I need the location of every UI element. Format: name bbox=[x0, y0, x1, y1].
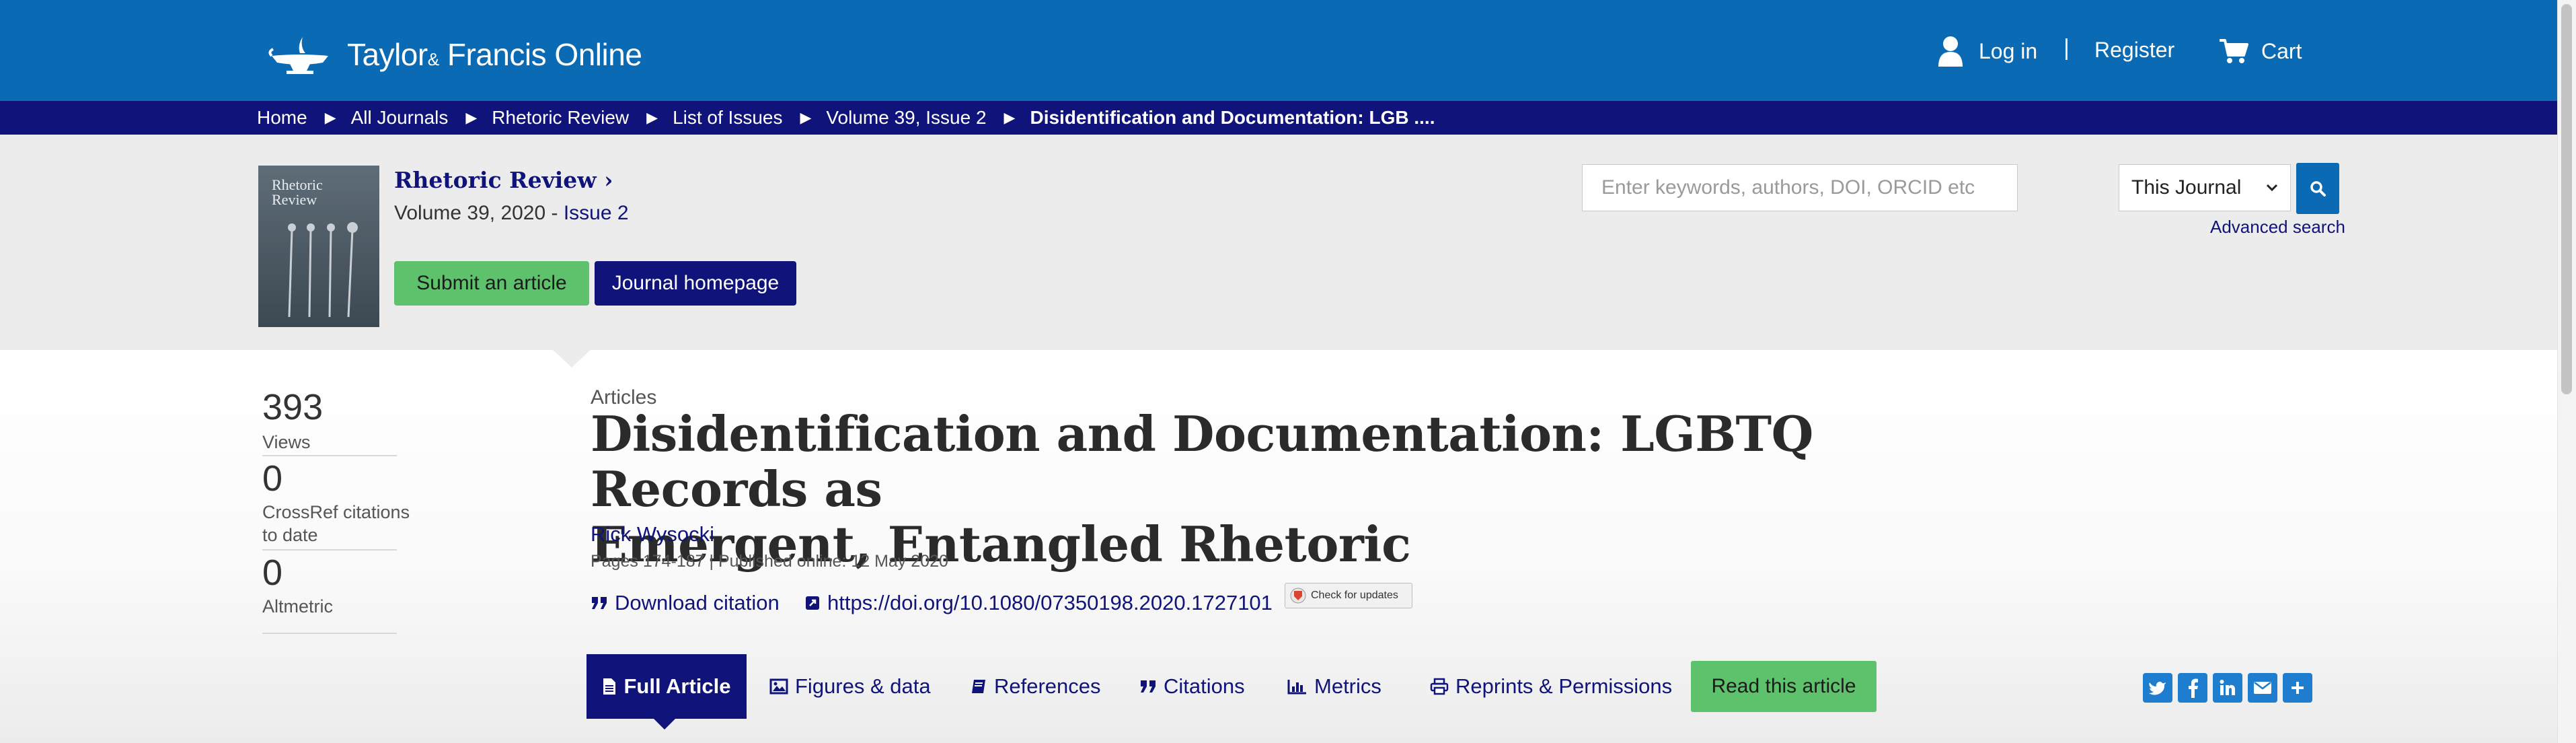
article-title: Disidentification and Documentation: LGB… bbox=[591, 406, 2003, 572]
register-link[interactable]: Register bbox=[2094, 38, 2174, 63]
tab-full-article[interactable]: Full Article bbox=[586, 654, 747, 719]
breadcrumb-arrow-icon: ▶ bbox=[465, 109, 478, 126]
scope-value: This Journal bbox=[2131, 176, 2242, 199]
document-icon bbox=[602, 677, 617, 696]
lamp-logo-icon bbox=[268, 37, 328, 74]
breadcrumb-arrow-icon: ▶ bbox=[1003, 109, 1016, 126]
journal-title-link[interactable]: Rhetoric Review › bbox=[394, 167, 613, 193]
search-scope-select[interactable]: This Journal bbox=[2119, 164, 2291, 211]
doi-label: https://doi.org/10.1080/07350198.2020.17… bbox=[827, 591, 1273, 614]
search-button[interactable] bbox=[2296, 163, 2339, 214]
brand-name: Taylor& Francis Online bbox=[347, 37, 642, 72]
altmetric-count: 0 bbox=[262, 553, 283, 593]
search-icon bbox=[2310, 181, 2326, 197]
quote-icon bbox=[592, 597, 607, 609]
active-tab-notch bbox=[652, 717, 677, 730]
site-logo[interactable]: Taylor& Francis Online bbox=[266, 31, 642, 78]
bar-chart-icon bbox=[1287, 678, 1308, 695]
journal-volume: Volume 39, 2020 - Issue 2 bbox=[394, 202, 629, 225]
breadcrumb: Home ▶ All Journals ▶ Rhetoric Review ▶ … bbox=[257, 101, 1435, 135]
breadcrumb-list-of-issues[interactable]: List of Issues bbox=[673, 107, 782, 129]
twitter-icon[interactable] bbox=[2143, 673, 2172, 703]
journal-homepage-button[interactable]: Journal homepage bbox=[595, 261, 796, 306]
article-title-line-1: Disidentification and Documentation: LGB… bbox=[591, 405, 1813, 518]
download-citation-label: Download citation bbox=[615, 591, 780, 614]
tab-citations-label: Citations bbox=[1164, 674, 1245, 698]
banner-notch bbox=[552, 349, 592, 367]
tab-metrics[interactable]: Metrics bbox=[1287, 654, 1381, 719]
cart-label: Cart bbox=[2261, 38, 2302, 63]
linkedin-icon[interactable] bbox=[2213, 673, 2242, 703]
cover-title: Rhetoric Review bbox=[272, 176, 323, 208]
breadcrumb-arrow-icon: ▶ bbox=[324, 109, 336, 126]
download-citation-link[interactable]: Download citation bbox=[591, 591, 780, 615]
login-link[interactable]: Log in bbox=[1937, 31, 2037, 71]
scrollbar-thumb[interactable] bbox=[2561, 4, 2572, 394]
image-icon bbox=[769, 678, 788, 695]
altmetric-label: Altmetric bbox=[262, 596, 334, 616]
crossmark-icon bbox=[1290, 588, 1306, 604]
printer-icon bbox=[1430, 678, 1449, 695]
doi-link[interactable]: https://doi.org/10.1080/07350198.2020.17… bbox=[804, 591, 1273, 615]
breadcrumb-issue[interactable]: Volume 39, Issue 2 bbox=[826, 107, 986, 129]
read-this-article-button[interactable]: Read this article bbox=[1691, 661, 1877, 712]
submit-article-button[interactable]: Submit an article bbox=[394, 261, 589, 306]
tab-figures-data[interactable]: Figures & data bbox=[769, 654, 931, 719]
check-for-updates-button[interactable]: Check for updates bbox=[1285, 583, 1412, 608]
breadcrumb-current: Disidentification and Documentation: LGB… bbox=[1030, 107, 1435, 128]
user-icon bbox=[1938, 36, 1963, 67]
views-label: Views bbox=[262, 432, 311, 452]
tab-references-label: References bbox=[994, 674, 1101, 698]
tab-reprints-permissions-label: Reprints & Permissions bbox=[1455, 674, 1673, 698]
metric-divider bbox=[262, 633, 397, 634]
book-icon bbox=[970, 678, 987, 695]
breadcrumb-arrow-icon: ▶ bbox=[646, 109, 658, 126]
tab-reprints-permissions[interactable]: Reprints & Permissions bbox=[1430, 654, 1672, 719]
facebook-icon[interactable] bbox=[2178, 673, 2207, 703]
advanced-search-link[interactable]: Advanced search bbox=[2210, 217, 2345, 238]
breadcrumb-arrow-icon: ▶ bbox=[800, 109, 812, 126]
search-input[interactable] bbox=[1582, 164, 2018, 211]
cart-icon bbox=[2220, 39, 2248, 63]
external-link-icon bbox=[806, 596, 819, 610]
crossref-count: 0 bbox=[262, 458, 283, 499]
crossref-label: CrossRef citations to date bbox=[262, 502, 410, 545]
login-label: Log in bbox=[1979, 38, 2038, 63]
breadcrumb-journal[interactable]: Rhetoric Review bbox=[492, 107, 629, 129]
volume-text: Volume 39, 2020 - bbox=[394, 202, 564, 224]
issue-link[interactable]: Issue 2 bbox=[564, 202, 629, 224]
author-link[interactable]: Rick Wysocki bbox=[591, 522, 714, 546]
tab-full-article-label: Full Article bbox=[623, 674, 731, 698]
views-count: 393 bbox=[262, 387, 324, 427]
email-icon[interactable] bbox=[2248, 673, 2277, 703]
breadcrumb-home[interactable]: Home bbox=[257, 107, 307, 129]
tab-metrics-label: Metrics bbox=[1314, 674, 1381, 698]
account-separator: | bbox=[2063, 35, 2070, 61]
share-buttons bbox=[2143, 673, 2312, 703]
quote-icon bbox=[1139, 679, 1157, 694]
check-for-updates-label: Check for updates bbox=[1311, 590, 1398, 601]
pages-published-info: Pages 174-187 | Published online: 12 May… bbox=[591, 552, 948, 571]
metric-divider bbox=[262, 455, 397, 456]
plus-icon[interactable] bbox=[2283, 673, 2312, 703]
tab-references[interactable]: References bbox=[970, 654, 1101, 719]
breadcrumb-all-journals[interactable]: All Journals bbox=[351, 107, 449, 129]
tab-figures-data-label: Figures & data bbox=[795, 674, 931, 698]
cart-link[interactable]: Cart bbox=[2218, 31, 2302, 71]
metric-divider bbox=[262, 549, 397, 551]
chevron-down-icon bbox=[2266, 184, 2278, 192]
tab-citations[interactable]: Citations bbox=[1139, 654, 1245, 719]
